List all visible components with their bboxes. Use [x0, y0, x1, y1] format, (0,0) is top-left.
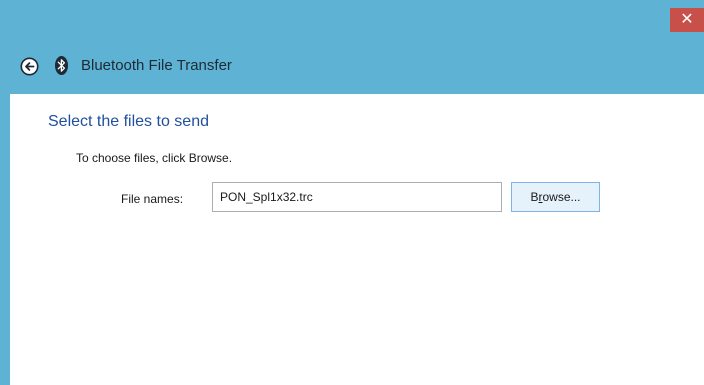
wizard-content: Select the files to send To choose files… — [10, 94, 704, 385]
instruction-text: To choose files, click Browse. — [76, 151, 233, 165]
page-title: Select the files to send — [48, 113, 209, 130]
back-arrow-icon[interactable] — [20, 57, 39, 76]
browse-button[interactable]: Br owse... — [511, 182, 600, 212]
file-names-input[interactable]: PON_Spl1x32.trc — [212, 182, 502, 212]
close-button[interactable]: ✕ — [670, 8, 704, 32]
close-icon: ✕ — [680, 11, 694, 28]
bluetooth-icon — [55, 56, 68, 75]
browse-label-suffix: owse... — [542, 190, 581, 204]
file-names-label: File names: — [121, 192, 184, 206]
window-frame: ✕ Bluetooth File Transfer Select the fil… — [0, 0, 704, 385]
browse-label-prefix: B — [530, 190, 539, 204]
window-title: Bluetooth File Transfer — [81, 57, 232, 74]
title-bar: ✕ — [0, 0, 704, 40]
